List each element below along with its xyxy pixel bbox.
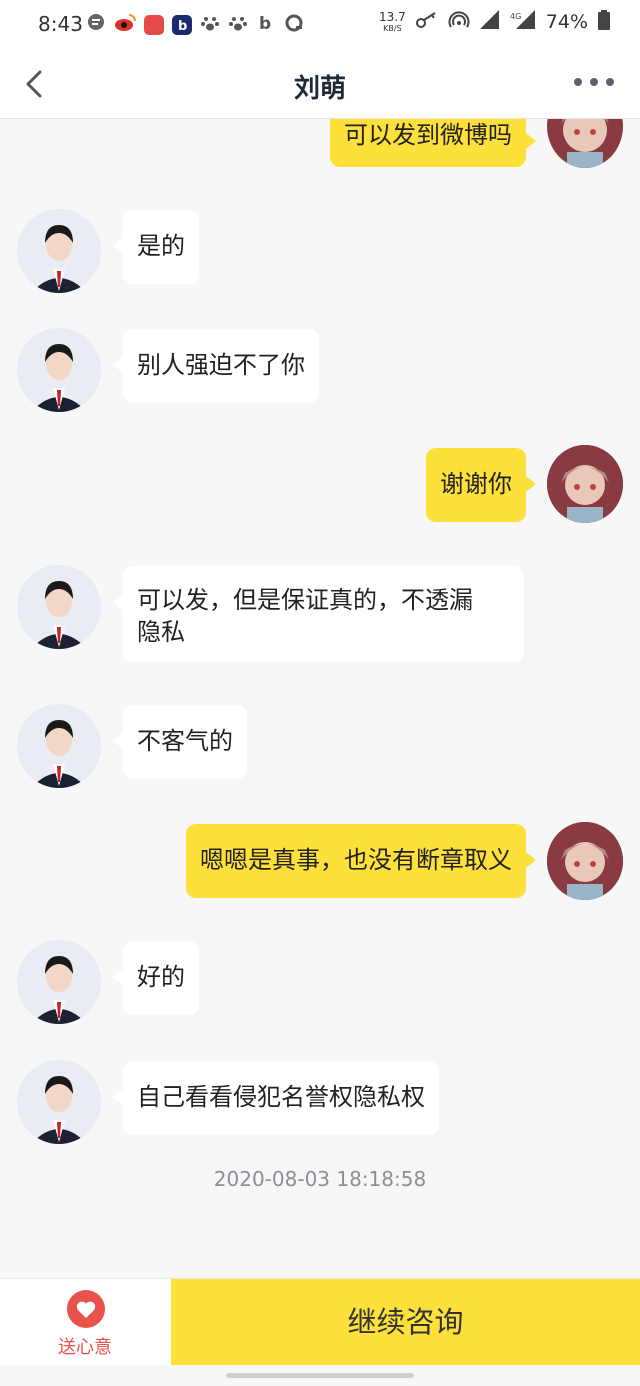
app-icon [144, 15, 164, 35]
message-bubble-sent[interactable]: 嗯嗯是真事，也没有断章取义 [186, 824, 536, 898]
b-app-icon: b [172, 15, 192, 35]
message-bubble-received[interactable]: 别人强迫不了你 [113, 329, 319, 403]
home-indicator[interactable] [226, 1373, 414, 1378]
weibo-icon [114, 13, 136, 37]
chat-messages[interactable]: 可以发到微博吗 是的 别人强迫不了你 谢谢你 可以发，但是保证真的，不透漏 隐私… [0, 119, 640, 1278]
message-bubble-sent[interactable]: 可以发到微博吗 [330, 119, 536, 167]
send-gift-label: 送心意 [58, 1337, 112, 1358]
net-speed: 13.7 KB/S [379, 10, 406, 33]
message-bubble-received[interactable]: 自己看看侵犯名誉权隐私权 [113, 1061, 439, 1135]
paw-icon [200, 13, 220, 37]
q-icon [284, 13, 304, 37]
more-dots-icon [574, 78, 582, 86]
user-avatar[interactable] [547, 119, 623, 168]
status-bar: 8:43 b b 13.7 KB/S 4G 74% [0, 0, 640, 50]
signal-icon [479, 10, 500, 34]
chat-icon [86, 13, 106, 37]
more-options-button[interactable] [574, 78, 614, 90]
notification-icons: b b [86, 14, 304, 36]
chat-header: 刘萌 [0, 50, 640, 119]
hotspot-icon [448, 10, 470, 34]
svg-text:b: b [259, 14, 271, 33]
svg-text:b: b [178, 19, 187, 34]
lawyer-avatar[interactable] [17, 704, 101, 788]
bottom-action-bar: 送心意 继续咨询 [0, 1278, 640, 1365]
heart-icon [67, 1290, 105, 1328]
send-gift-button[interactable]: 送心意 [0, 1279, 170, 1365]
message-bubble-received[interactable]: 好的 [113, 941, 199, 1015]
message-bubble-sent[interactable]: 谢谢你 [426, 448, 536, 522]
lawyer-avatar[interactable] [17, 565, 101, 649]
paw-icon [228, 13, 248, 37]
continue-consult-button[interactable]: 继续咨询 [171, 1279, 640, 1365]
message-timestamp: 2020-08-03 18:18:58 [213, 1167, 427, 1191]
message-bubble-received[interactable]: 可以发，但是保证真的，不透漏 隐私 [113, 566, 524, 662]
key-icon [415, 10, 438, 34]
lawyer-avatar[interactable] [17, 209, 101, 293]
message-bubble-received[interactable]: 是的 [113, 210, 199, 284]
battery-percent: 74% [545, 11, 588, 33]
status-right: 13.7 KB/S 4G 74% [379, 10, 610, 34]
message-bubble-received[interactable]: 不客气的 [113, 705, 247, 779]
lawyer-avatar[interactable] [17, 328, 101, 412]
svg-text:4G: 4G [510, 12, 521, 21]
page-title: 刘萌 [293, 74, 346, 104]
battery-icon [598, 10, 610, 34]
status-time: 8:43 [38, 12, 83, 36]
lawyer-avatar[interactable] [17, 1060, 101, 1144]
lawyer-avatar[interactable] [17, 940, 101, 1024]
signal-icon: 4G [510, 10, 536, 34]
user-avatar[interactable] [547, 822, 623, 900]
user-avatar[interactable] [547, 445, 623, 523]
b-icon: b [256, 13, 276, 37]
